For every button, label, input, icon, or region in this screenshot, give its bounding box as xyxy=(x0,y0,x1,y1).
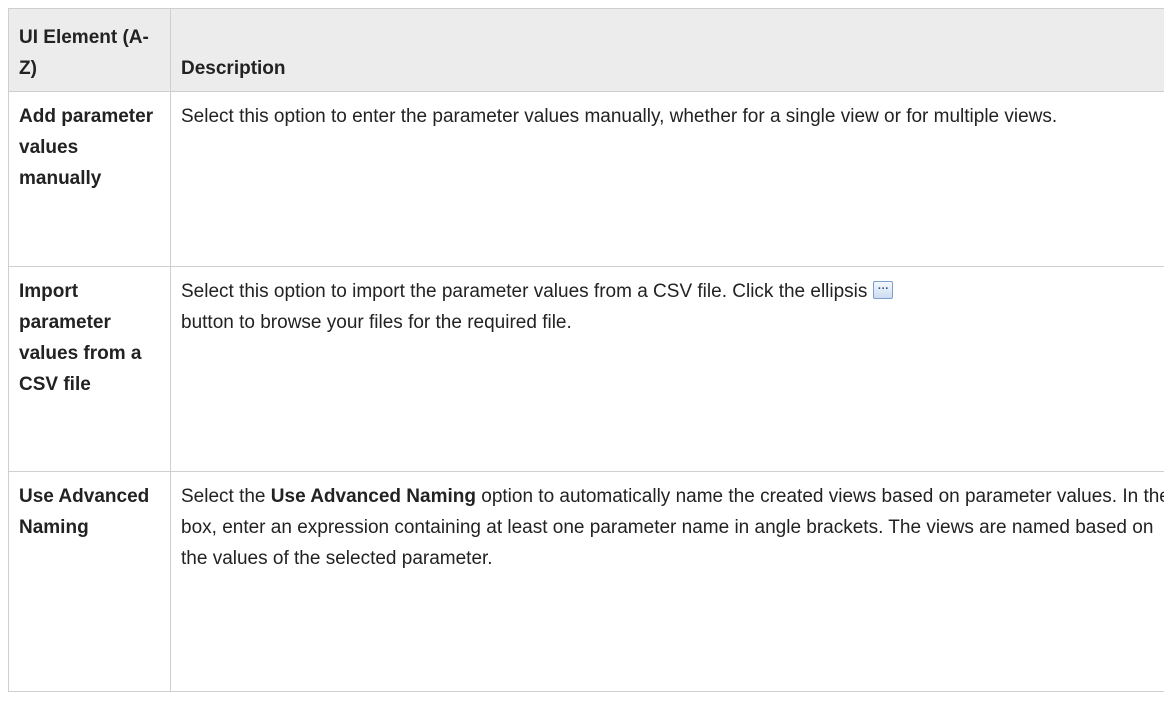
table-row: Use Advanced Naming Select the Use Advan… xyxy=(8,471,1164,692)
description-bold-term: Use Advanced Naming xyxy=(270,486,476,507)
ellipsis-button-icon: ··· xyxy=(873,281,894,299)
table-row: Import parameter values from a CSV file … xyxy=(8,266,1164,472)
description-text-before: Select this option to import the paramet… xyxy=(181,281,868,302)
ui-element-name: Import parameter values from a CSV file xyxy=(8,266,171,472)
table-row: Add parameter values manually Select thi… xyxy=(8,91,1164,267)
description-text-after: button to browse your files for the requ… xyxy=(181,312,572,333)
ui-element-description: Select this option to enter the paramete… xyxy=(170,91,1164,267)
description-prefix: Select the xyxy=(181,486,266,507)
ui-element-description: Select the Use Advanced Naming option to… xyxy=(170,471,1164,692)
header-description: Description xyxy=(170,8,1164,92)
table-header-row: UI Element (A-Z) Description xyxy=(8,8,1164,92)
ui-element-description: Select this option to import the paramet… xyxy=(170,266,1164,472)
ui-elements-table: UI Element (A-Z) Description Add paramet… xyxy=(8,8,1164,692)
header-ui-element: UI Element (A-Z) xyxy=(8,8,171,92)
ui-element-name: Use Advanced Naming xyxy=(8,471,171,692)
ui-element-name: Add parameter values manually xyxy=(8,91,171,267)
ui-elements-table-container: UI Element (A-Z) Description Add paramet… xyxy=(0,0,1164,713)
